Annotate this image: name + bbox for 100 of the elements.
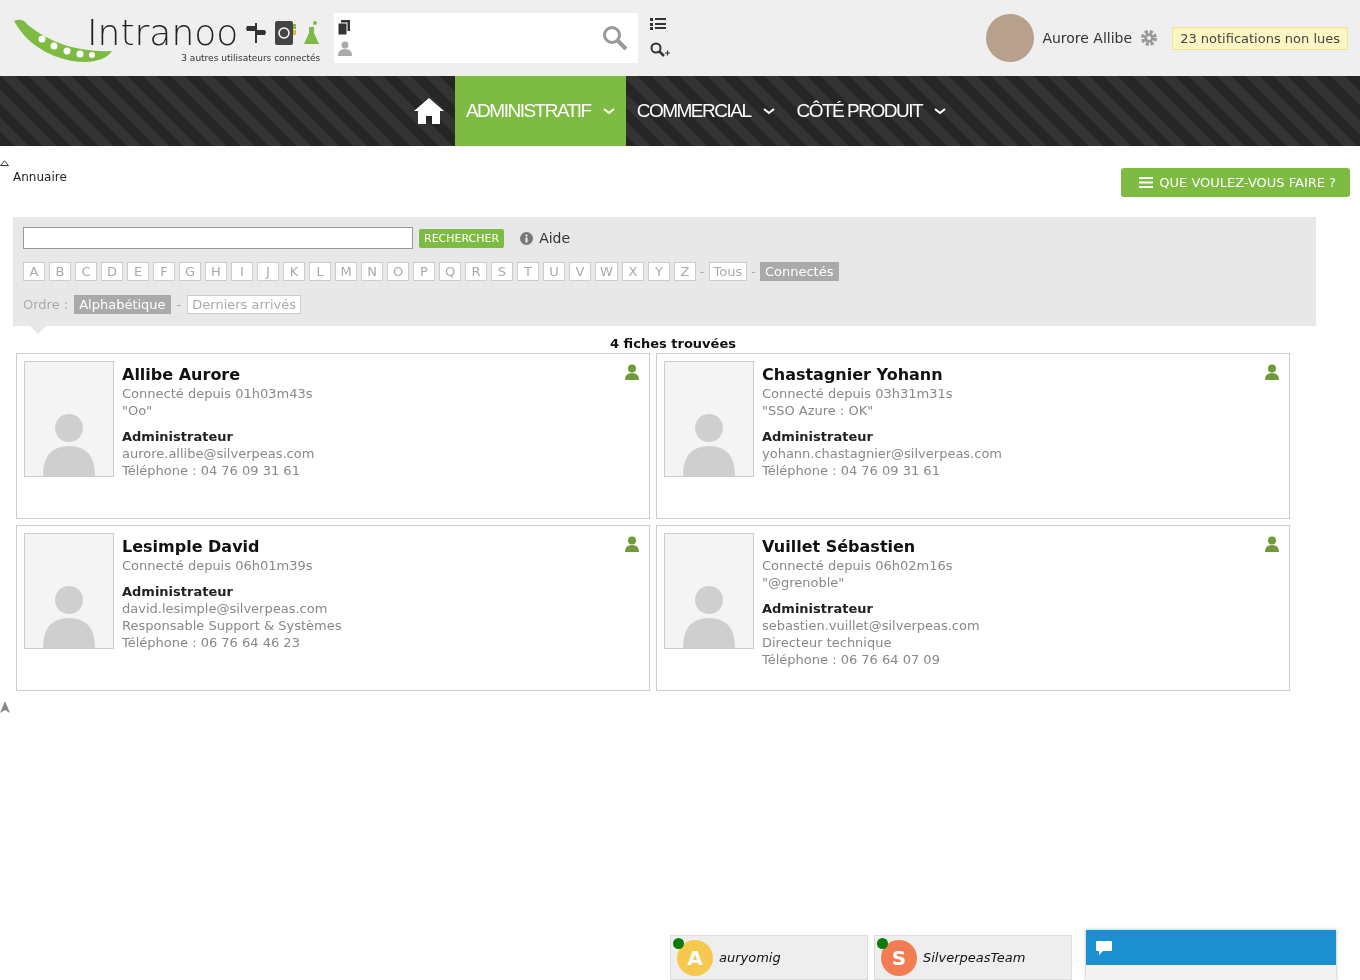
letter-filter[interactable]: B — [49, 262, 71, 281]
letter-filter[interactable]: P — [413, 262, 435, 281]
search-icon[interactable] — [602, 25, 629, 51]
letter-filter[interactable]: N — [361, 262, 383, 281]
directory-search-field[interactable] — [23, 227, 413, 249]
online-user-icon[interactable] — [1265, 364, 1279, 380]
email-link[interactable]: sebastien.vuillet@silverpeas.com — [762, 617, 980, 634]
contact-name: SilverpeasTeam — [923, 950, 1026, 965]
user-avatar[interactable] — [986, 14, 1035, 62]
sort-option[interactable]: Alphabétique — [74, 295, 171, 314]
chevron-down-icon[interactable] — [762, 107, 775, 115]
connection-duration: Connecté depuis 01h03m43s — [122, 385, 314, 402]
notifications-badge[interactable]: 23 notifications non lues — [1172, 26, 1348, 50]
email-link[interactable]: david.lesimple@silverpeas.com — [122, 600, 342, 617]
contact-initial-avatar: A — [677, 940, 713, 976]
global-search-field[interactable] — [334, 13, 639, 63]
letter-filter[interactable]: O — [387, 262, 409, 281]
letter-filter[interactable]: G — [179, 262, 201, 281]
person-icon[interactable] — [338, 41, 353, 56]
letter-filter[interactable]: E — [127, 262, 149, 281]
help-link[interactable]: Aide — [539, 230, 571, 246]
online-user-icon[interactable] — [625, 536, 639, 552]
menu-icon — [1139, 177, 1154, 188]
info-icon[interactable] — [520, 231, 534, 245]
letter-filter[interactable]: R — [465, 262, 487, 281]
chevron-down-icon[interactable] — [934, 107, 947, 115]
phone-number: Téléphone : 04 76 09 31 61 — [762, 462, 941, 479]
user-role: Administrateur — [762, 600, 874, 617]
chat-panel[interactable] — [1086, 930, 1336, 980]
letter-filter[interactable]: W — [595, 262, 618, 281]
separator-dash: - — [699, 264, 705, 279]
connected-users-link[interactable]: 3 autres utilisateurs connectés — [181, 53, 321, 63]
nav-tab[interactable]: ADMINISTRATIF — [454, 76, 626, 146]
chat-contact-tab[interactable]: S SilverpeasTeam — [874, 935, 1072, 980]
letter-filter[interactable]: X — [621, 262, 644, 281]
contact-initial-avatar: S — [881, 940, 917, 976]
order-label: Ordre : — [23, 297, 69, 312]
actions-menu-button[interactable]: QUE VOULEZ-VOUS FAIRE ? — [1121, 168, 1350, 197]
contact-name: auryomig — [719, 950, 781, 965]
letter-filter[interactable]: I — [231, 262, 253, 281]
list-icon[interactable] — [650, 18, 667, 30]
nav-tab[interactable]: COMMERCIAL — [625, 76, 786, 146]
letter-filter[interactable]: T — [517, 262, 539, 281]
user-name[interactable]: Chastagnier Yohann — [762, 365, 1003, 385]
letter-filter[interactable]: H — [205, 262, 227, 281]
letter-filter[interactable]: U — [543, 262, 565, 281]
logo-text: Intranoo — [87, 13, 239, 53]
status-message: "Oo" — [122, 402, 154, 419]
email-link[interactable]: aurore.allibe@silverpeas.com — [122, 445, 315, 462]
phone-number: Téléphone : 06 76 64 07 09 — [762, 651, 941, 668]
letter-filter[interactable]: K — [283, 262, 305, 281]
letter-filter[interactable]: C — [75, 262, 97, 281]
result-count: 4 fiches trouvées — [609, 336, 737, 351]
nav-tab[interactable]: CÔTÉ PRODUIT — [785, 76, 958, 146]
online-user-icon[interactable] — [1265, 536, 1279, 552]
letter-filter[interactable]: Connectés — [759, 262, 839, 281]
phone-number: Téléphone : 04 76 09 31 61 — [122, 462, 301, 479]
job-title: Responsable Support & Systèmes — [122, 617, 342, 634]
connection-duration: Connecté depuis 06h01m39s — [122, 557, 314, 574]
document-icon[interactable] — [338, 20, 351, 35]
letter-filter[interactable]: L — [309, 262, 331, 281]
pointer-arrow-icon — [0, 701, 10, 713]
status-message: "@grenoble" — [762, 574, 846, 591]
search-button[interactable]: RECHERCHER — [419, 228, 505, 248]
chat-contact-tab[interactable]: A auryomig — [670, 935, 868, 980]
letter-filter[interactable]: V — [569, 262, 591, 281]
letter-filter[interactable]: D — [101, 262, 123, 281]
settings-icon[interactable] — [1140, 29, 1159, 47]
letter-filter[interactable]: S — [491, 262, 513, 281]
user-name[interactable]: Lesimple David — [122, 537, 342, 557]
user-name[interactable]: Vuillet Sébastien — [762, 537, 980, 557]
breadcrumb[interactable]: Annuaire — [13, 170, 67, 184]
letter-filter[interactable]: Tous — [708, 262, 748, 281]
user-name[interactable]: Aurore Allibe — [1042, 30, 1133, 46]
separator-dash: - — [751, 264, 756, 279]
user-role: Administrateur — [122, 428, 234, 445]
chat-bubble-icon[interactable] — [1096, 940, 1112, 955]
user-role: Administrateur — [762, 428, 874, 445]
job-title: Directeur technique — [762, 634, 893, 651]
letter-filter[interactable]: Q — [439, 262, 461, 281]
user-role: Administrateur — [122, 583, 234, 600]
status-message: "SSO Azure : OK" — [762, 402, 875, 419]
letter-filter[interactable]: M — [335, 262, 357, 281]
letter-filter[interactable]: Y — [647, 262, 670, 281]
phone-number: Téléphone : 06 76 64 46 23 — [122, 634, 301, 651]
address-book-icon[interactable] — [274, 20, 297, 46]
caret-up-icon[interactable] — [0, 160, 9, 166]
online-user-icon[interactable] — [625, 364, 639, 380]
sort-option[interactable]: Derniers arrivés — [187, 295, 302, 314]
signpost-icon[interactable] — [246, 22, 267, 44]
connection-duration: Connecté depuis 06h02m16s — [762, 557, 954, 574]
letter-filter[interactable]: F — [153, 262, 175, 281]
user-name[interactable]: Allibe Aurore — [122, 365, 315, 385]
email-link[interactable]: yohann.chastagnier@silverpeas.com — [762, 445, 1003, 462]
letter-filter[interactable]: J — [257, 262, 279, 281]
letter-filter[interactable]: A — [23, 262, 45, 281]
flask-icon[interactable] — [304, 21, 321, 45]
letter-filter[interactable]: Z — [673, 262, 696, 281]
advanced-search-icon[interactable] — [650, 42, 671, 58]
connection-duration: Connecté depuis 03h31m31s — [762, 385, 954, 402]
